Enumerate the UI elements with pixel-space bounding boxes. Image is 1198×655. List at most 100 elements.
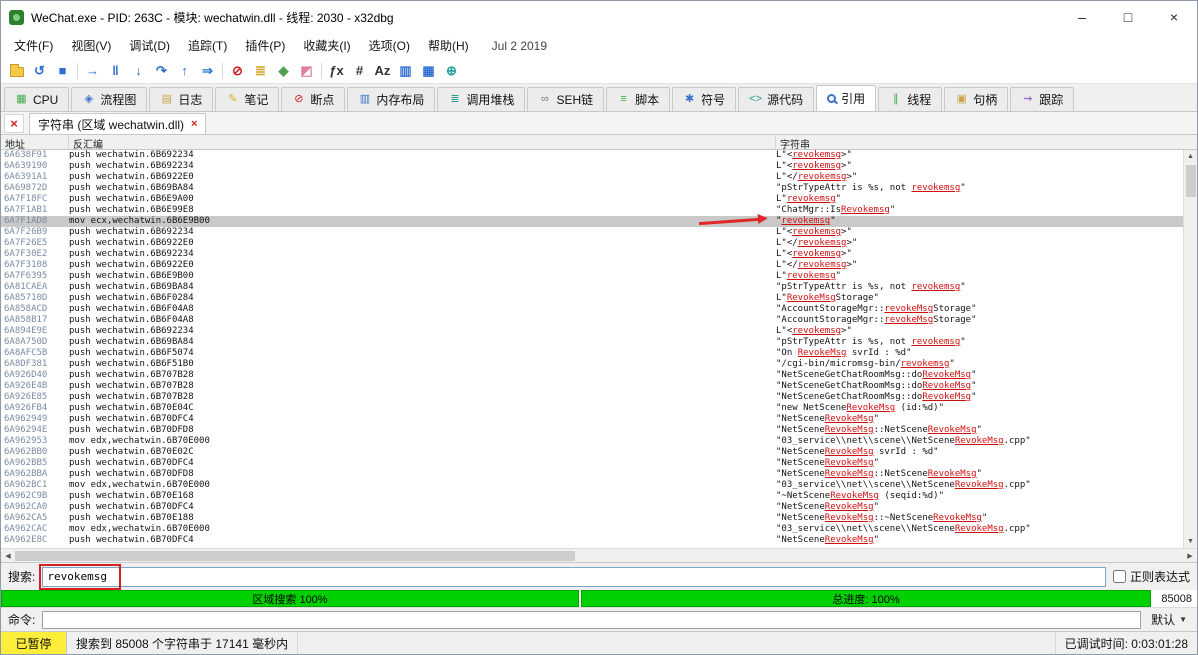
run-to-user-code-icon[interactable]: ⇒ — [196, 60, 219, 81]
tab-threads[interactable]: ∥ 线程 — [878, 87, 943, 111]
table-row[interactable]: 6A96294E push wechatwin.6B70DFD8 "NetScene… — [1, 425, 1183, 436]
table-row[interactable]: 6A962BBA push wechatwin.6B70DFD8 "NetScene… — [1, 469, 1183, 480]
table-row[interactable]: 6A894E9E push wechatwin.6B692234 L"<revoke… — [1, 326, 1183, 337]
scroll-left-icon[interactable]: ◀ — [1, 552, 15, 560]
table-row[interactable]: 6A926FB4 push wechatwin.6B70E04C "new NetS… — [1, 403, 1183, 414]
menu-item-options[interactable]: 选项(O) — [360, 34, 419, 57]
table-row[interactable]: 6A962E8C push wechatwin.6B70DFC4 "NetScene… — [1, 535, 1183, 546]
tab-script[interactable]: ≡ 脚本 — [606, 87, 671, 111]
tab-handles[interactable]: ▣ 句柄 — [944, 87, 1009, 111]
table-row[interactable]: 6A7F1AB1 push wechatwin.6B6E99E8 "ChatMgr:… — [1, 205, 1183, 216]
table-row[interactable]: 6A962CA5 push wechatwin.6B70E188 "NetScene… — [1, 513, 1183, 524]
tab-call-stack[interactable]: ≣ 调用堆栈 — [437, 87, 526, 111]
table-row[interactable]: 6A7F26E5 push wechatwin.6B6922E0 L"</revok… — [1, 238, 1183, 249]
table-row[interactable]: 6A962949 push wechatwin.6B70DFC4 "NetScene… — [1, 414, 1183, 425]
table-row[interactable]: 6A962CA0 push wechatwin.6B70DFC4 "NetScene… — [1, 502, 1183, 513]
step-out-icon[interactable]: ↑ — [173, 60, 196, 81]
profile-dropdown[interactable]: 默认 ▼ — [1148, 611, 1190, 628]
menu-item-view[interactable]: 视图(V) — [62, 34, 120, 57]
tab-strings-result[interactable]: 字符串 (区域 wechatwin.dll) × — [29, 113, 207, 134]
table-row[interactable]: 6A926D40 push wechatwin.6B707B28 "NetScene… — [1, 370, 1183, 381]
globe-icon[interactable]: ⊕ — [440, 60, 463, 81]
tab-cpu[interactable]: ▦ CPU — [4, 87, 70, 111]
table-row[interactable]: 6A7F6395 push wechatwin.6B6E9B00 L"revokem… — [1, 271, 1183, 282]
tab-symbols[interactable]: ✱ 符号 — [672, 87, 737, 111]
tab-close-icon[interactable]: × — [191, 118, 197, 130]
table-row[interactable]: 6A7F30E2 push wechatwin.6B692234 L"<revoke… — [1, 249, 1183, 260]
table-row[interactable]: 6A7F26B9 push wechatwin.6B692234 L"<revoke… — [1, 227, 1183, 238]
patch-icon[interactable]: ◆ — [272, 60, 295, 81]
scroll-up-icon[interactable]: ▲ — [1187, 150, 1194, 163]
horizontal-scroll-thumb[interactable] — [15, 550, 575, 561]
tab-seh[interactable]: ∞ SEH链 — [527, 87, 605, 111]
run-icon[interactable]: → — [81, 60, 104, 81]
close-all-tabs-button[interactable]: × — [4, 114, 24, 133]
tab-breakpoints[interactable]: ⊘ 断点 — [281, 87, 346, 111]
menu-item-trace[interactable]: 追踪(T) — [179, 34, 236, 57]
table-row[interactable]: 6A962BB0 push wechatwin.6B70E02C "NetScene… — [1, 447, 1183, 458]
table-row[interactable]: 6A7F1AD8 mov ecx,wechatwin.6B6E9B00 "revok… — [1, 216, 1183, 227]
table-row[interactable]: 6A7F3108 push wechatwin.6B6922E0 L"</revok… — [1, 260, 1183, 271]
stop-icon[interactable]: ■ — [51, 60, 74, 81]
scroll-down-icon[interactable]: ▼ — [1187, 535, 1194, 548]
table-row[interactable]: 6A962CAC mov edx,wechatwin.6B70E000 "03_se… — [1, 524, 1183, 535]
table-row[interactable]: 6A8AFC5B push wechatwin.6B6F5074 "On Revok… — [1, 348, 1183, 359]
minimize-button[interactable]: – — [1059, 1, 1105, 33]
table-row[interactable]: 6A962C9B push wechatwin.6B70E168 "~NetScen… — [1, 491, 1183, 502]
menu-item-file[interactable]: 文件(F) — [5, 34, 62, 57]
table-row[interactable]: 6A69872D push wechatwin.6B69BA84 "pStrType… — [1, 183, 1183, 194]
table-row[interactable]: 6A7F18FC push wechatwin.6B6E9A00 L"revokem… — [1, 194, 1183, 205]
eraser-icon[interactable]: ◩ — [295, 60, 318, 81]
tab-notes[interactable]: ✎ 笔记 — [215, 87, 280, 111]
column-header-string[interactable]: 字符串 — [776, 135, 1197, 151]
regex-checkbox[interactable] — [1112, 570, 1126, 583]
command-input[interactable] — [42, 610, 1142, 629]
restart-icon[interactable]: ↺ — [28, 60, 51, 81]
table-row[interactable]: 6A962BB5 push wechatwin.6B70DFC4 "NetScene… — [1, 458, 1183, 469]
vertical-scroll-thumb[interactable] — [1186, 165, 1196, 197]
table-row[interactable]: 6A962BC1 mov edx,wechatwin.6B70E000 "03_se… — [1, 480, 1183, 491]
table-row[interactable]: 6A85710D push wechatwin.6B6F0284 L"RevokeM… — [1, 293, 1183, 304]
table-row[interactable]: 6A8A750D push wechatwin.6B69BA84 "pStrType… — [1, 337, 1183, 348]
table-icon[interactable]: ▦ — [417, 60, 440, 81]
tab-trace[interactable]: ⇝ 跟踪 — [1010, 87, 1075, 111]
close-button[interactable]: × — [1151, 1, 1197, 33]
pause-icon[interactable]: ‖ — [104, 60, 127, 81]
open-file-icon[interactable] — [5, 60, 28, 81]
menu-item-plugins[interactable]: 插件(P) — [236, 34, 294, 57]
fx-icon[interactable]: ƒx — [325, 60, 348, 81]
menu-item-help[interactable]: 帮助(H) — [419, 34, 478, 57]
table-row[interactable]: 6A638F91 push wechatwin.6B692234 L"<revoke… — [1, 150, 1183, 161]
maximize-button[interactable]: □ — [1105, 1, 1151, 33]
tab-log[interactable]: ▤ 日志 — [149, 87, 214, 111]
memory-map-icon[interactable]: ≣ — [249, 60, 272, 81]
horizontal-scrollbar[interactable]: ◀ ▶ — [1, 548, 1197, 562]
tab-label: 流程图 — [100, 93, 137, 107]
breakpoint-icon[interactable]: ⊘ — [226, 60, 249, 81]
table-row[interactable]: 6A926E4B push wechatwin.6B707B28 "NetScene… — [1, 381, 1183, 392]
column-header-disassembly[interactable]: 反汇编 — [69, 135, 776, 151]
tab-graph[interactable]: ◈ 流程图 — [71, 87, 148, 111]
scroll-right-icon[interactable]: ▶ — [1183, 552, 1197, 560]
az-icon[interactable]: Az — [371, 60, 394, 81]
table-row[interactable]: 6A962953 mov edx,wechatwin.6B70E000 "03_se… — [1, 436, 1183, 447]
search-input[interactable] — [42, 566, 1106, 587]
tab-memory-map[interactable]: ▥ 内存布局 — [347, 87, 436, 111]
table-row[interactable]: 6A926E85 push wechatwin.6B707B28 "NetScene… — [1, 392, 1183, 403]
column-header-address[interactable]: 地址 — [1, 135, 69, 151]
menu-item-favourites[interactable]: 收藏夹(I) — [294, 34, 359, 57]
hash-icon[interactable]: # — [348, 60, 371, 81]
memory-columns-icon[interactable]: ▥ — [394, 60, 417, 81]
table-row[interactable]: 6A81CAEA push wechatwin.6B69BA84 "pStrType… — [1, 282, 1183, 293]
step-into-icon[interactable]: ↓ — [127, 60, 150, 81]
table-row[interactable]: 6A8DF381 push wechatwin.6B6F51B0 "/cgi-bin… — [1, 359, 1183, 370]
table-row[interactable]: 6A639190 push wechatwin.6B692234 L"<revoke… — [1, 161, 1183, 172]
table-row[interactable]: 6A858ACD push wechatwin.6B6F04A8 "AccountS… — [1, 304, 1183, 315]
vertical-scrollbar[interactable]: ▲ ▼ — [1183, 150, 1197, 548]
tab-source[interactable]: <> 源代码 — [738, 87, 815, 111]
tab-references[interactable]: 引用 — [816, 85, 877, 111]
table-row[interactable]: 6A858B17 push wechatwin.6B6F04A8 "AccountS… — [1, 315, 1183, 326]
menu-item-debug[interactable]: 调试(D) — [120, 34, 179, 57]
table-row[interactable]: 6A6391A1 push wechatwin.6B6922E0 L"</revok… — [1, 172, 1183, 183]
step-over-icon[interactable]: ↷ — [150, 60, 173, 81]
